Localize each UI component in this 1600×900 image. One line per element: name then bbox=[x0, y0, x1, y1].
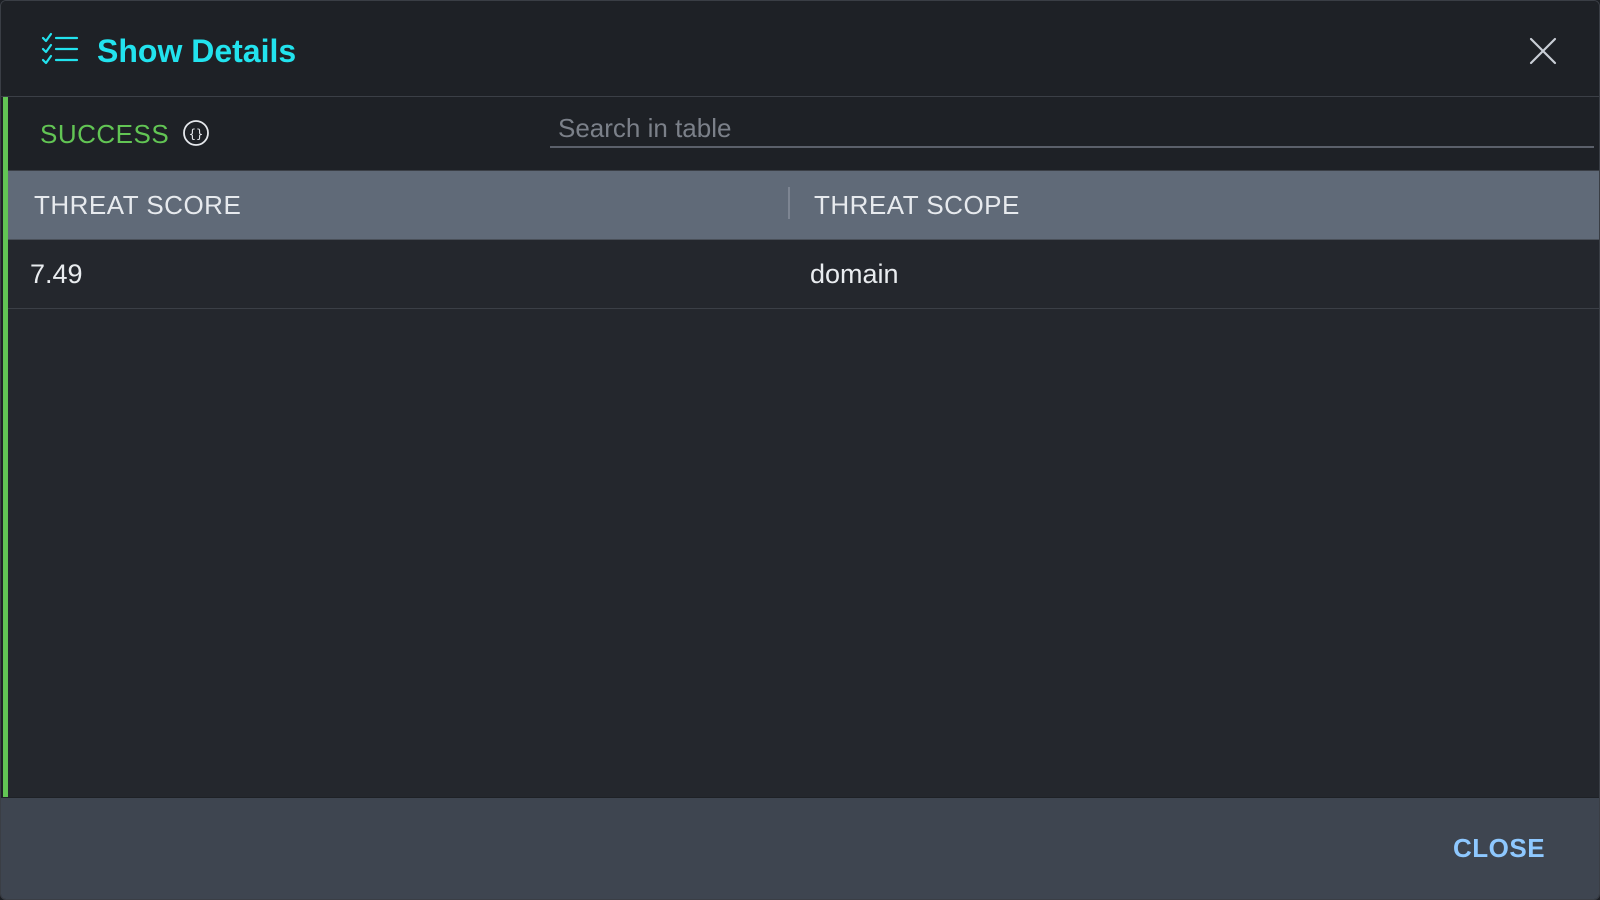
close-button[interactable]: CLOSE bbox=[1439, 828, 1559, 868]
dialog-header: Show Details bbox=[1, 1, 1599, 97]
details-dialog: Show Details SUCCESS {} THREAT SCORE THR… bbox=[0, 0, 1600, 900]
json-braces-icon[interactable]: {} bbox=[182, 119, 210, 147]
dialog-body: SUCCESS {} THREAT SCORE THREAT SCOPE 7.4… bbox=[3, 97, 1599, 797]
close-icon[interactable] bbox=[1527, 35, 1559, 67]
column-header-threat-score[interactable]: THREAT SCORE bbox=[34, 171, 241, 239]
dialog-footer: CLOSE bbox=[1, 798, 1599, 899]
column-resize-handle[interactable] bbox=[788, 187, 790, 219]
svg-text:{}: {} bbox=[189, 127, 203, 141]
checklist-icon bbox=[41, 32, 79, 65]
table-row: 7.49 domain bbox=[8, 240, 1599, 309]
table-header: THREAT SCORE THREAT SCOPE bbox=[8, 171, 1599, 240]
result-toolbar: SUCCESS {} bbox=[8, 97, 1599, 171]
cell-threat-scope: domain bbox=[810, 259, 899, 289]
dialog-title: Show Details bbox=[97, 33, 297, 69]
table-search-input[interactable] bbox=[550, 110, 1594, 148]
cell-threat-score: 7.49 bbox=[30, 259, 83, 289]
status-badge: SUCCESS bbox=[40, 119, 170, 149]
column-header-threat-scope[interactable]: THREAT SCOPE bbox=[814, 171, 1020, 239]
